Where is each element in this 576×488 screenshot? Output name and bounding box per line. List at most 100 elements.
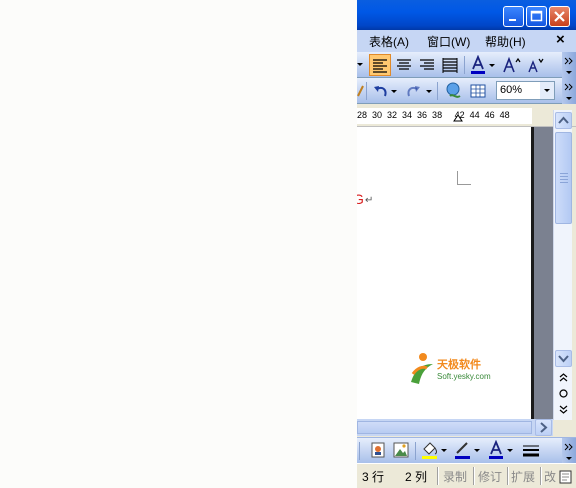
line-color-button[interactable] — [452, 439, 482, 461]
drawing-toolbar — [357, 437, 576, 464]
font-color-icon — [489, 439, 513, 459]
zoom-select[interactable]: 60% — [496, 81, 555, 100]
align-center-icon — [397, 59, 411, 70]
menu-bar: 表格(A) 窗口(W) 帮助(H) × — [357, 30, 576, 52]
yesky-logo: 天极软件 Soft.yesky.com — [407, 352, 497, 388]
indent-marker-icon[interactable] — [453, 114, 463, 122]
close-button[interactable] — [549, 6, 570, 27]
chevron-down-icon — [558, 355, 569, 363]
close-document-button[interactable]: × — [556, 31, 565, 48]
toolbar-options-chevron[interactable] — [562, 78, 576, 104]
redo-button[interactable] — [402, 80, 434, 102]
scroll-up-button[interactable] — [555, 112, 572, 129]
document-text: G — [357, 191, 364, 207]
status-line: 3 行 — [362, 470, 385, 484]
logo-figure-icon — [411, 353, 433, 384]
insert-table-button[interactable] — [467, 80, 489, 102]
insert-clipart-button[interactable] — [367, 439, 389, 461]
status-divider — [540, 467, 542, 485]
align-right-button[interactable] — [416, 54, 438, 76]
align-center-button[interactable] — [393, 54, 415, 76]
shrink-font-icon — [528, 58, 544, 73]
formatting-toolbar — [357, 52, 576, 78]
draw-font-color-button[interactable] — [486, 439, 516, 461]
document-page[interactable]: G ↵ 天极软件 Soft.yesky.com — [357, 127, 531, 419]
margin-corner-mark — [457, 171, 471, 185]
status-divider — [473, 467, 475, 485]
shrink-font-button[interactable] — [525, 54, 547, 76]
horizontal-scroll-thumb[interactable] — [357, 421, 532, 434]
chevron-up-icon — [558, 116, 569, 124]
menu-help[interactable]: 帮助(H) — [485, 33, 526, 50]
double-chevron-up-icon — [559, 373, 568, 382]
vertical-scrollbar[interactable] — [553, 110, 572, 420]
undo-icon — [374, 86, 397, 97]
scroll-right-button[interactable] — [535, 419, 552, 436]
word-window: 表格(A) 窗口(W) 帮助(H) × 60% 28 30 32 34 36 3… — [357, 0, 576, 488]
scroll-down-button[interactable] — [555, 350, 572, 367]
menu-window[interactable]: 窗口(W) — [427, 33, 470, 50]
status-record[interactable]: 录制 — [443, 467, 467, 485]
maximize-icon — [530, 10, 543, 22]
page-background-gray — [531, 127, 553, 419]
logo-url: Soft.yesky.com — [437, 372, 491, 381]
paragraph-mark: ↵ — [365, 195, 374, 206]
justify-icon — [442, 58, 458, 73]
toolbar-separator — [437, 82, 438, 100]
grip-line — [560, 179, 568, 180]
zoom-value: 60% — [500, 84, 523, 96]
title-bar — [357, 0, 576, 30]
standard-toolbar: 60% — [357, 78, 576, 104]
hyperlink-button[interactable] — [443, 80, 465, 102]
chevron-down-icon — [357, 63, 363, 66]
undo-button[interactable] — [370, 80, 400, 102]
toolbar-separator — [366, 82, 367, 100]
align-right-icon — [420, 59, 434, 70]
status-extend[interactable]: 扩展 — [511, 467, 535, 485]
status-revise[interactable]: 修订 — [478, 467, 502, 485]
horizontal-ruler[interactable]: 28 30 32 34 36 38 42 44 46 48 — [357, 105, 576, 127]
status-divider — [437, 467, 439, 485]
scroll-thumb[interactable] — [555, 132, 572, 224]
format-painter-icon[interactable] — [357, 84, 365, 98]
status-column: 2 列 — [405, 470, 428, 484]
horizontal-scrollbar[interactable] — [357, 419, 553, 436]
maximize-button[interactable] — [526, 6, 547, 27]
font-color-icon — [471, 54, 495, 74]
chevron-right-icon — [540, 422, 548, 433]
align-left-icon — [373, 59, 387, 73]
align-left-button[interactable] — [369, 54, 391, 76]
font-color-button[interactable] — [468, 54, 498, 76]
justify-button[interactable] — [439, 54, 461, 76]
logo-name: 天极软件 — [437, 359, 481, 371]
chevron-down-icon — [544, 89, 550, 92]
hyperlink-icon — [446, 82, 461, 98]
close-icon — [554, 11, 565, 22]
minimize-button[interactable] — [503, 6, 524, 27]
line-color-icon — [455, 442, 480, 459]
select-browse-object-button[interactable] — [555, 385, 572, 402]
spelling-book-icon[interactable] — [559, 469, 573, 485]
next-page-button[interactable] — [555, 401, 572, 418]
status-bar: 3 行 2 列 录制 修订 扩展 改 — [357, 463, 576, 488]
toolbar-separator — [415, 442, 416, 460]
grip-line — [560, 182, 568, 183]
toolbar-options-chevron[interactable] — [562, 52, 576, 78]
chevron-right-icon — [564, 443, 573, 460]
zoom-dropdown-arrow[interactable] — [540, 82, 554, 99]
line-style-button[interactable] — [520, 439, 542, 461]
status-overwrite[interactable]: 改 — [544, 467, 556, 485]
previous-page-button[interactable] — [555, 369, 572, 386]
toolbar-options-chevron[interactable] — [562, 438, 576, 464]
clipart-icon — [371, 442, 385, 458]
grow-font-icon — [503, 56, 521, 73]
toolbar-separator — [359, 442, 360, 460]
grow-font-button[interactable] — [501, 54, 523, 76]
menu-table[interactable]: 表格(A) — [369, 33, 409, 50]
grip-line — [560, 173, 568, 174]
chevron-right-icon — [564, 83, 573, 100]
double-chevron-down-icon — [559, 405, 568, 414]
line-style-icon — [523, 445, 539, 457]
fill-color-button[interactable] — [419, 439, 449, 461]
insert-picture-button[interactable] — [390, 439, 412, 461]
